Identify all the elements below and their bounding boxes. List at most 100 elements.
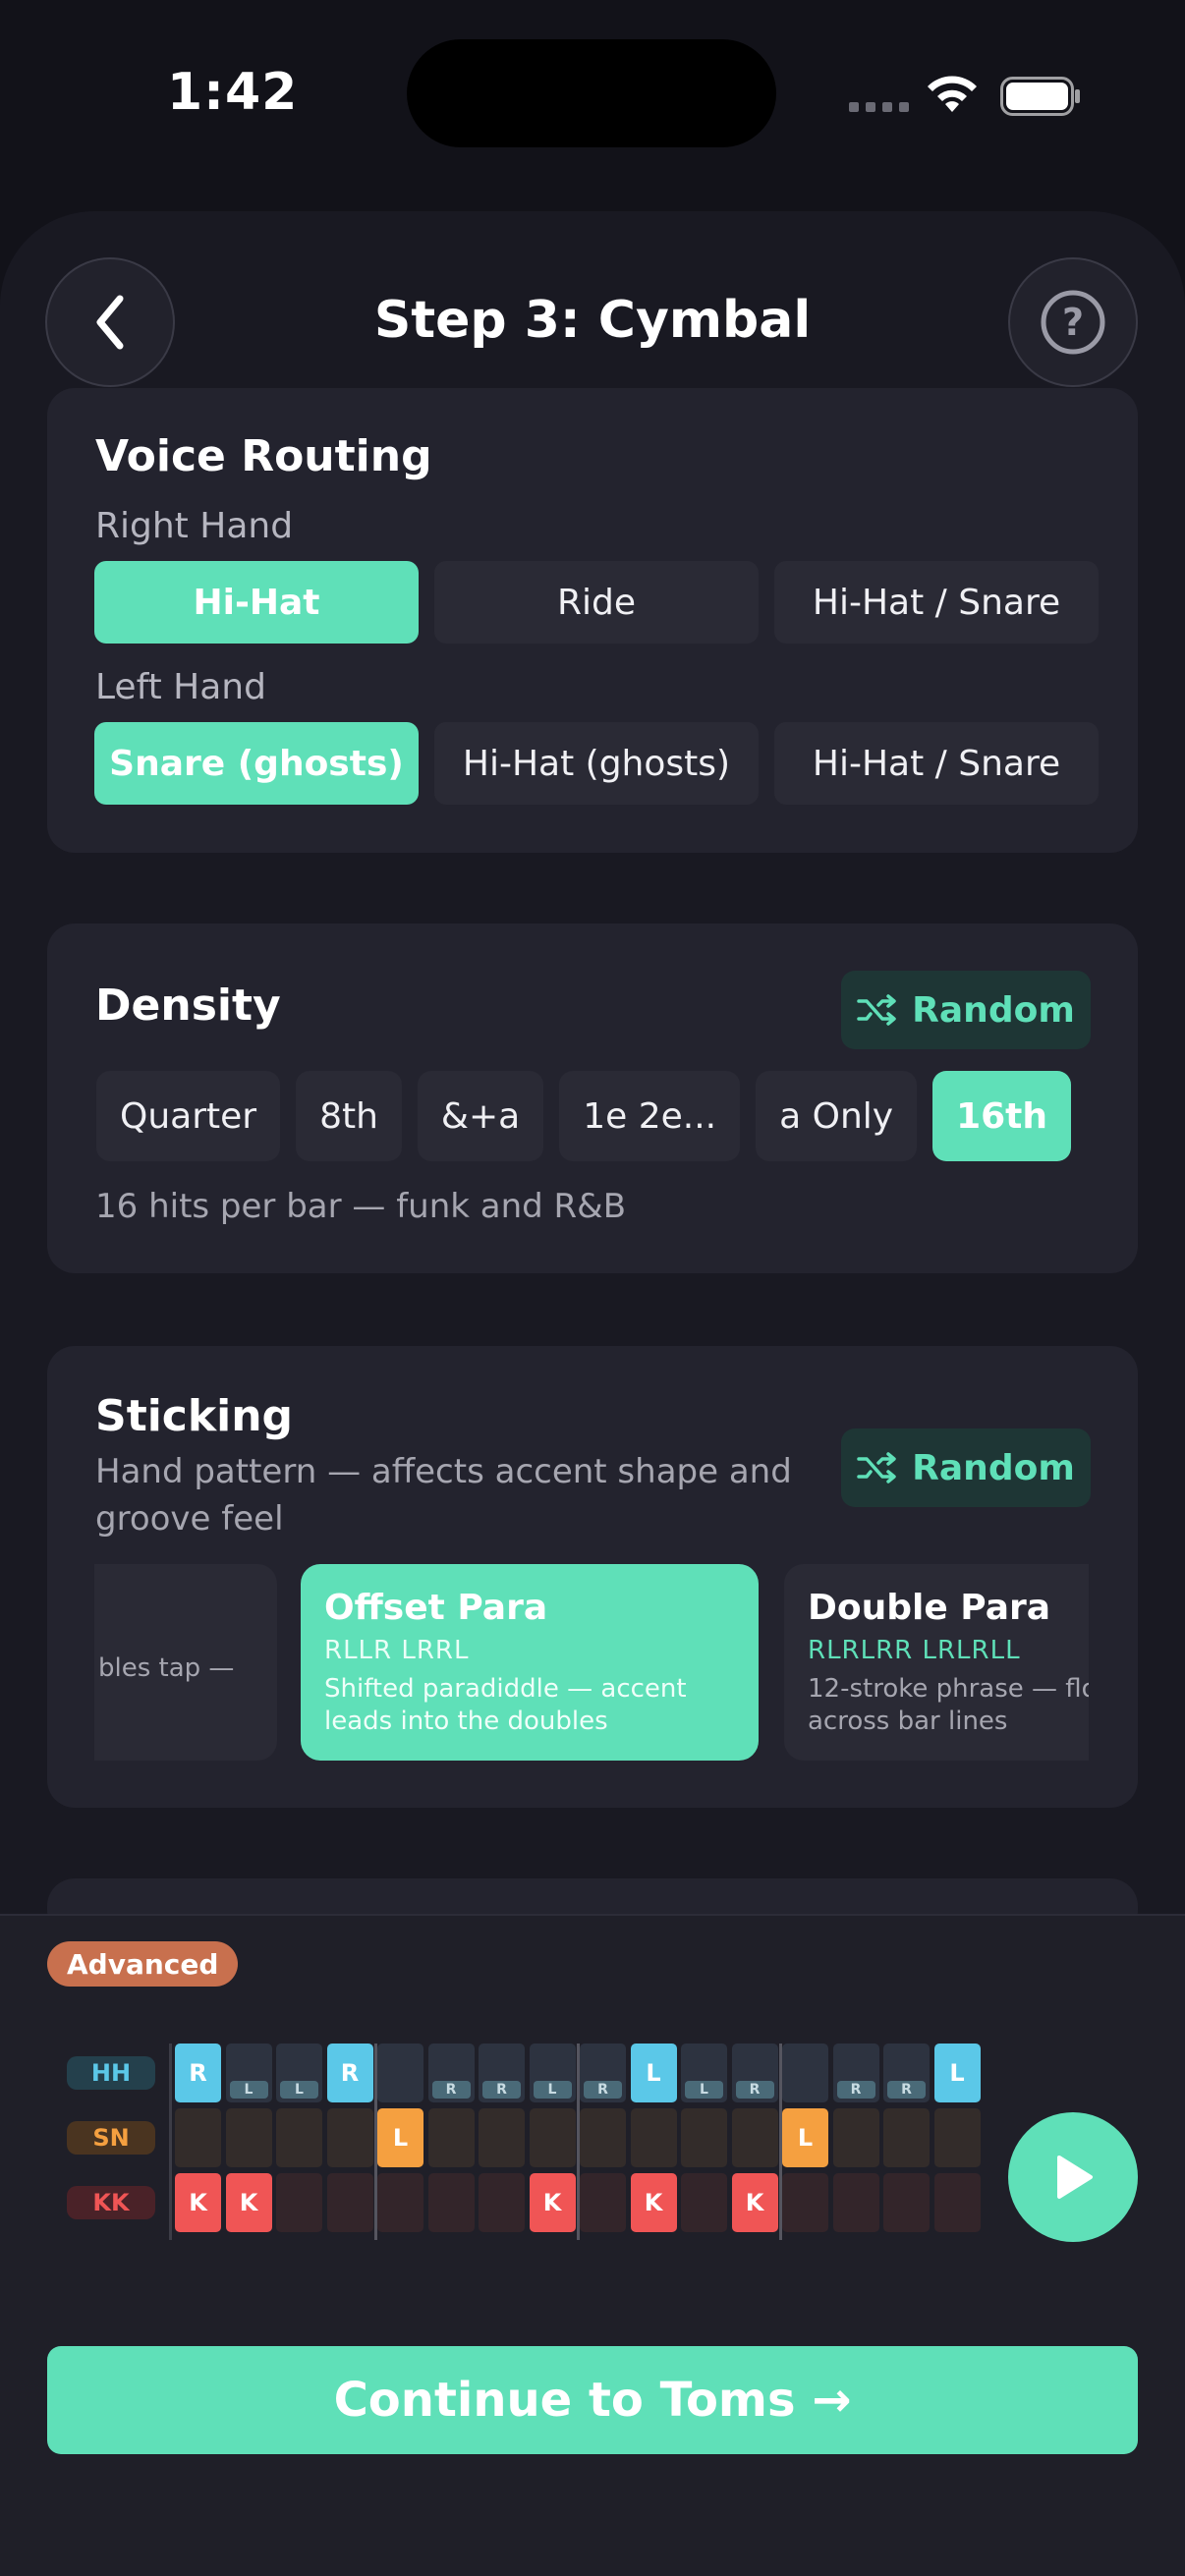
- hh-ghost-note: R: [482, 2081, 521, 2099]
- kk-step-3: [276, 2173, 322, 2232]
- sticking-option-name: Offset Para: [324, 1588, 548, 1628]
- cellular-signal-icon: [849, 102, 909, 112]
- voice-tag-hh: HH: [67, 2056, 155, 2090]
- hh-step-16: L: [933, 2044, 981, 2102]
- sn-step-7: [479, 2108, 525, 2167]
- kk-step-10: K: [630, 2173, 677, 2232]
- left-hand-option-hihat-ghosts[interactable]: Hi-Hat (ghosts): [434, 722, 759, 805]
- sticking-option-double-para[interactable]: Double Para RLRLRR LRLRLL 12-stroke phra…: [784, 1564, 1089, 1761]
- hh-step-2: L: [225, 2044, 272, 2102]
- status-bar: 1:42: [0, 0, 1185, 187]
- sticking-option-desc: Shifted paradiddle — accent: [324, 1674, 687, 1704]
- sn-step-4: [326, 2108, 373, 2167]
- sn-step-9: [580, 2108, 626, 2167]
- kk-step-2: K: [225, 2173, 272, 2232]
- kk-step-4: [326, 2173, 373, 2232]
- kk-step-15: [883, 2173, 930, 2232]
- kk-step-13: [782, 2173, 828, 2232]
- difficulty-badge: Advanced: [47, 1941, 239, 1987]
- kk-step-1: K: [175, 2173, 221, 2232]
- sn-step-6: [427, 2108, 475, 2167]
- density-option-and-a[interactable]: &+a: [417, 1071, 544, 1161]
- density-random-label: Random: [912, 989, 1075, 1031]
- left-hand-label: Left Hand: [95, 667, 266, 707]
- density-random-button[interactable]: Random: [841, 971, 1091, 1049]
- sticking-random-label: Random: [912, 1447, 1075, 1488]
- density-hint: 16 hits per bar — funk and R&B: [95, 1187, 627, 1226]
- right-hand-option-ride[interactable]: Ride: [434, 561, 759, 644]
- hh-ghost-note: R: [584, 2081, 622, 2099]
- hh-step-7: R: [479, 2044, 525, 2102]
- voice-routing-card: Voice Routing Right Hand Hi-Hat Ride Hi-…: [47, 388, 1138, 853]
- density-option-a-only[interactable]: a Only: [756, 1071, 918, 1161]
- sticking-title: Sticking: [95, 1391, 294, 1441]
- hh-step-13: [782, 2044, 828, 2102]
- sticking-description: Hand pattern — affects accent shape and …: [95, 1452, 792, 1539]
- hh-step-15: R: [883, 2044, 930, 2102]
- sn-step-11: [681, 2108, 727, 2167]
- sticking-option-desc: leads into the doubles: [324, 1707, 608, 1736]
- hh-step-5: [377, 2044, 423, 2102]
- hh-step-3: L: [276, 2044, 322, 2102]
- sticking-carousel[interactable]: bles tap — Offset Para RLLR LRRL Shifted…: [94, 1564, 1089, 1761]
- help-button[interactable]: ?: [1008, 257, 1138, 387]
- hh-ghost-note: L: [533, 2081, 572, 2099]
- sticking-option-pattern: RLLR LRRL: [324, 1636, 470, 1665]
- kk-step-16: [933, 2173, 981, 2232]
- grid-start-line: [169, 2044, 172, 2240]
- battery-icon: [1000, 77, 1080, 116]
- groove-grid: HH SN KK RLLRRRLRLLRRRLLLKKKKK: [67, 2044, 990, 2240]
- sn-step-8: [529, 2108, 576, 2167]
- sn-step-12: [731, 2108, 778, 2167]
- groove-preview-panel: Advanced HH SN KK RLLRRRLRLLRRRLLLKKKKK …: [0, 1914, 1185, 2576]
- sn-step-2: [225, 2108, 272, 2167]
- shuffle-icon: [857, 1452, 896, 1484]
- sticking-option-partial[interactable]: bles tap —: [94, 1564, 277, 1761]
- beat-divider: [779, 2044, 782, 2240]
- beat-divider: [374, 2044, 377, 2240]
- voice-tag-kk: KK: [67, 2186, 155, 2219]
- hh-step-4: R: [326, 2044, 373, 2102]
- density-card: Density Random Quarter 8th &+a 1e 2e... …: [47, 924, 1138, 1273]
- sn-step-1: [175, 2108, 221, 2167]
- left-hand-option-snare-ghosts[interactable]: Snare (ghosts): [94, 722, 419, 805]
- density-title: Density: [95, 980, 281, 1031]
- hh-step-9: R: [580, 2044, 626, 2102]
- kk-step-5: [377, 2173, 423, 2232]
- hh-step-14: R: [832, 2044, 879, 2102]
- sticking-option-desc: across bar lines: [808, 1707, 1008, 1736]
- sn-step-15: [883, 2108, 930, 2167]
- status-time: 1:42: [167, 63, 299, 122]
- density-option-1e-2e[interactable]: 1e 2e...: [559, 1071, 741, 1161]
- wifi-icon: [928, 76, 977, 112]
- hh-step-6: R: [427, 2044, 475, 2102]
- kk-step-9: [580, 2173, 626, 2232]
- hh-ghost-note: L: [229, 2081, 268, 2099]
- kk-step-12: K: [731, 2173, 778, 2232]
- right-hand-option-hihat[interactable]: Hi-Hat: [94, 561, 419, 644]
- sn-step-5: L: [377, 2108, 423, 2167]
- sn-step-13: L: [782, 2108, 828, 2167]
- kk-step-8: K: [529, 2173, 576, 2232]
- density-option-16th[interactable]: 16th: [932, 1071, 1072, 1161]
- hh-step-8: L: [529, 2044, 576, 2102]
- right-hand-option-hihat-snare[interactable]: Hi-Hat / Snare: [774, 561, 1099, 644]
- sticking-card: Sticking Hand pattern — affects accent s…: [47, 1346, 1138, 1808]
- kk-step-7: [479, 2173, 525, 2232]
- sn-step-16: [933, 2108, 981, 2167]
- left-hand-option-hihat-snare[interactable]: Hi-Hat / Snare: [774, 722, 1099, 805]
- sticking-random-button[interactable]: Random: [841, 1428, 1091, 1507]
- sticking-option-pattern: RLRLRR LRLRLL: [808, 1636, 1021, 1665]
- continue-button[interactable]: Continue to Toms →: [47, 2346, 1138, 2454]
- hh-ghost-note: L: [280, 2081, 318, 2099]
- hh-step-11: L: [681, 2044, 727, 2102]
- groove-grid-cells: RLLRRRLRLLRRRLLLKKKKK: [169, 2044, 992, 2240]
- shuffle-icon: [857, 994, 896, 1026]
- hh-ghost-note: R: [735, 2081, 774, 2099]
- density-option-quarter[interactable]: Quarter: [96, 1071, 281, 1161]
- kk-step-11: [681, 2173, 727, 2232]
- sticking-option-offset-para[interactable]: Offset Para RLLR LRRL Shifted paradiddle…: [301, 1564, 759, 1761]
- density-option-8th[interactable]: 8th: [296, 1071, 402, 1161]
- sticking-option-name: Double Para: [808, 1588, 1051, 1628]
- play-button[interactable]: [1008, 2112, 1138, 2242]
